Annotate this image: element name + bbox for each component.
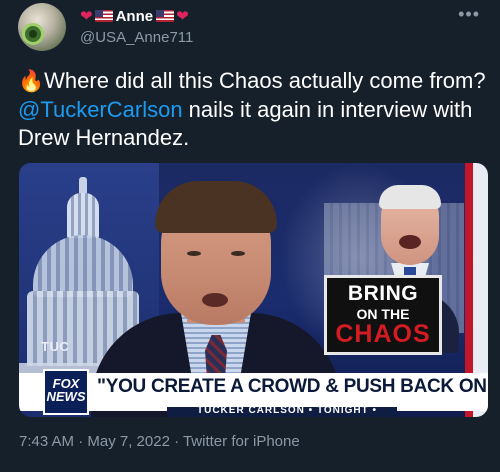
user-handle[interactable]: @USA_Anne711 xyxy=(80,29,193,46)
mention-link[interactable]: @TuckerCarlson xyxy=(18,97,183,122)
tweet-media-image[interactable]: TUC BRING ON THE CHAOS "YOU CREATE A CRO… xyxy=(19,163,488,417)
tweet: ❤ Anne ❤ @USA_Anne711 ••• 🔥Where did all… xyxy=(0,0,500,472)
tweet-text-part: Where did all this Chaos actually come f… xyxy=(44,68,486,93)
more-options-icon[interactable]: ••• xyxy=(458,4,480,25)
chyron-sub-text: TUCKER CARLSON • TONIGHT • xyxy=(197,407,378,416)
fire-emoji-icon: 🔥 xyxy=(18,70,45,93)
logo-line-2: NEWS xyxy=(46,389,86,404)
capitol-cupola xyxy=(67,193,99,238)
graphic-line-1: BRING xyxy=(347,282,419,305)
host-mouth xyxy=(202,293,228,307)
tweet-text: 🔥Where did all this Chaos actually come … xyxy=(18,67,488,152)
us-flag-icon xyxy=(156,10,175,22)
host-hair xyxy=(155,181,277,233)
heart-icon: ❤ xyxy=(80,7,93,25)
bring-on-the-chaos-graphic: BRING ON THE CHAOS xyxy=(324,275,442,355)
host-eye xyxy=(231,251,245,256)
avatar[interactable] xyxy=(18,3,66,51)
inset-person-hair xyxy=(379,185,441,209)
chyron-text: "YOU CREATE A CROWD & PUSH BACK ON THEM" xyxy=(97,376,488,397)
display-name[interactable]: ❤ Anne ❤ xyxy=(80,7,189,25)
inset-person-mouth xyxy=(399,235,421,249)
display-name-text[interactable]: Anne xyxy=(116,8,154,25)
chyron-subbar: TUCKER CARLSON • TONIGHT • xyxy=(167,407,397,417)
avatar-ring-icon xyxy=(22,23,44,45)
tweet-timestamp[interactable]: 7:43 AM · May 7, 2022 · Twitter for iPho… xyxy=(19,433,300,450)
fox-news-logo: FOX NEWS xyxy=(43,369,89,415)
news-chyron: "YOU CREATE A CROWD & PUSH BACK ON THEM" xyxy=(19,373,488,411)
host-eye xyxy=(187,251,201,256)
heart-icon: ❤ xyxy=(176,7,189,25)
us-flag-icon xyxy=(94,10,113,22)
graphic-line-3: CHAOS xyxy=(335,320,431,348)
background-text: TUC xyxy=(41,339,70,354)
